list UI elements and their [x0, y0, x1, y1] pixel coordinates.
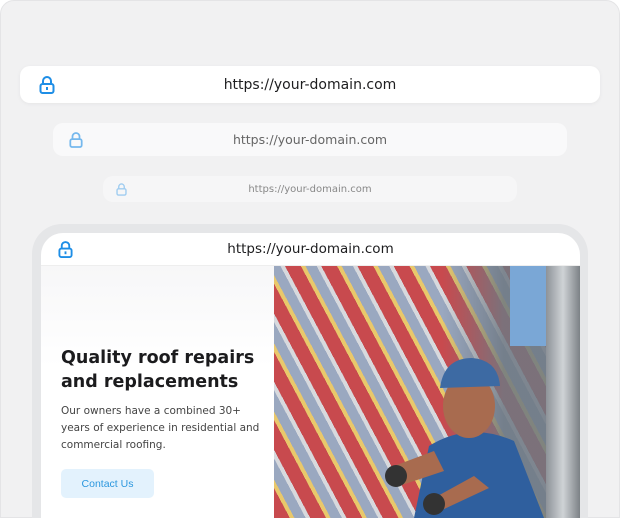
hero-text-panel: Quality roof repairs and replacements Ou…	[41, 266, 274, 518]
device-screen: https://your-domain.com Quality roof rep…	[41, 233, 580, 518]
url-text: https://your-domain.com	[232, 132, 388, 147]
address-bar-small[interactable]: https://your-domain.com	[103, 176, 517, 202]
lock-icon	[39, 75, 55, 94]
address-bar-large[interactable]: https://your-domain.com	[20, 66, 600, 103]
lock-icon	[116, 182, 127, 196]
roofer-figure	[385, 358, 544, 518]
hero-description: Our owners have a combined 30+ years of …	[61, 405, 260, 451]
hero-image	[274, 266, 580, 518]
hero-title: Quality roof repairs and replacements	[61, 348, 255, 392]
url-text: https://your-domain.com	[223, 76, 397, 93]
url-text: https://your-domain.com	[248, 183, 372, 195]
contact-us-button[interactable]: Contact Us	[61, 469, 154, 498]
device-address-bar[interactable]: https://your-domain.com	[41, 233, 580, 266]
address-bar-medium[interactable]: https://your-domain.com	[53, 123, 567, 156]
lock-icon	[69, 131, 83, 148]
url-text: https://your-domain.com	[227, 241, 394, 257]
lock-icon	[58, 240, 73, 258]
